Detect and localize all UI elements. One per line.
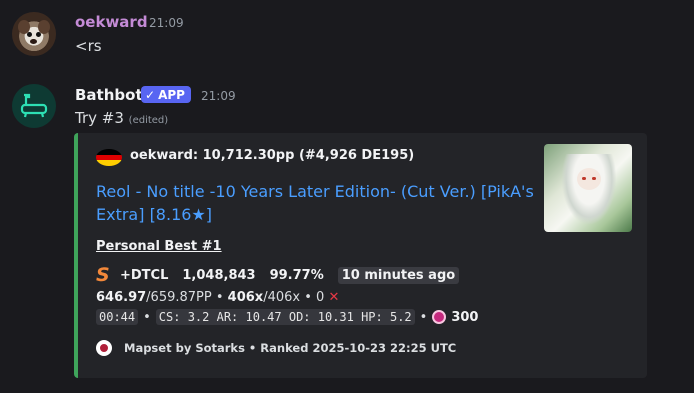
check-icon: ✓ — [145, 87, 156, 102]
combo-value: 406x — [227, 290, 264, 305]
map-length: 00:44 — [96, 309, 139, 325]
osu-logo-icon — [96, 340, 112, 356]
accuracy: 99.77% — [269, 267, 324, 283]
germany-flag-icon — [96, 149, 122, 166]
edited-label: (edited) — [128, 115, 169, 126]
miss-icon: ✕ — [328, 290, 340, 305]
pp-combo-row: 646.97/659.87PP • 406x/406x • 0 ✕ — [96, 290, 339, 305]
message-timestamp: 21:09 — [149, 16, 184, 30]
relative-time: 10 minutes ago — [337, 266, 460, 284]
separator: • — [304, 290, 312, 305]
score-embed: oekward: 10,712.30pp (#4,926 DE195) Reol… — [74, 133, 647, 378]
osu-icon — [432, 310, 447, 324]
bathtub-icon — [20, 93, 48, 118]
separator: • — [419, 309, 428, 325]
user-avatar[interactable] — [12, 12, 56, 56]
separator: • — [143, 309, 151, 325]
pp-value: 646.97 — [96, 290, 147, 305]
separator: • — [215, 290, 224, 305]
miss-count: 0 — [316, 290, 325, 305]
map-stats-row: 00:44 • CS: 3.2 AR: 10.47 OD: 10.31 HP: … — [96, 308, 478, 326]
message-text-body: Try #3 — [75, 109, 124, 127]
mods: +DTCL — [120, 267, 169, 283]
grade-s-icon: S — [96, 264, 110, 286]
embed-title-link[interactable]: Reol - No title -10 Years Later Edition-… — [96, 180, 536, 226]
app-badge-label: APP — [158, 87, 185, 102]
message-timestamp: 21:09 — [201, 89, 236, 103]
score-value: 1,048,843 — [182, 267, 256, 283]
beatmap-thumbnail[interactable] — [544, 144, 632, 232]
embed-author[interactable]: oekward: 10,712.30pp (#4,926 DE195) — [130, 148, 414, 163]
footer-text: Mapset by Sotarks • Ranked 2025-10-23 22… — [124, 341, 457, 355]
message-author[interactable]: oekward — [75, 13, 148, 31]
pp-max: /659.87PP — [146, 290, 212, 305]
bot-avatar[interactable] — [12, 84, 56, 128]
message-text: Try #3 (edited) — [75, 109, 168, 127]
message-text: <rs — [75, 37, 102, 55]
max-combo: 300 — [451, 309, 479, 325]
bot-author[interactable]: Bathbot — [75, 86, 143, 104]
app-badge: ✓ APP — [141, 86, 191, 103]
embed-footer: Mapset by Sotarks • Ranked 2025-10-23 22… — [96, 339, 456, 357]
score-summary-row: S +DTCL 1,048,843 99.77% 10 minutes ago — [96, 264, 460, 286]
map-attributes: CS: 3.2 AR: 10.47 OD: 10.31 HP: 5.2 — [155, 309, 415, 325]
combo-max: /406x — [263, 290, 301, 305]
field-title: Personal Best #1 — [96, 239, 222, 254]
